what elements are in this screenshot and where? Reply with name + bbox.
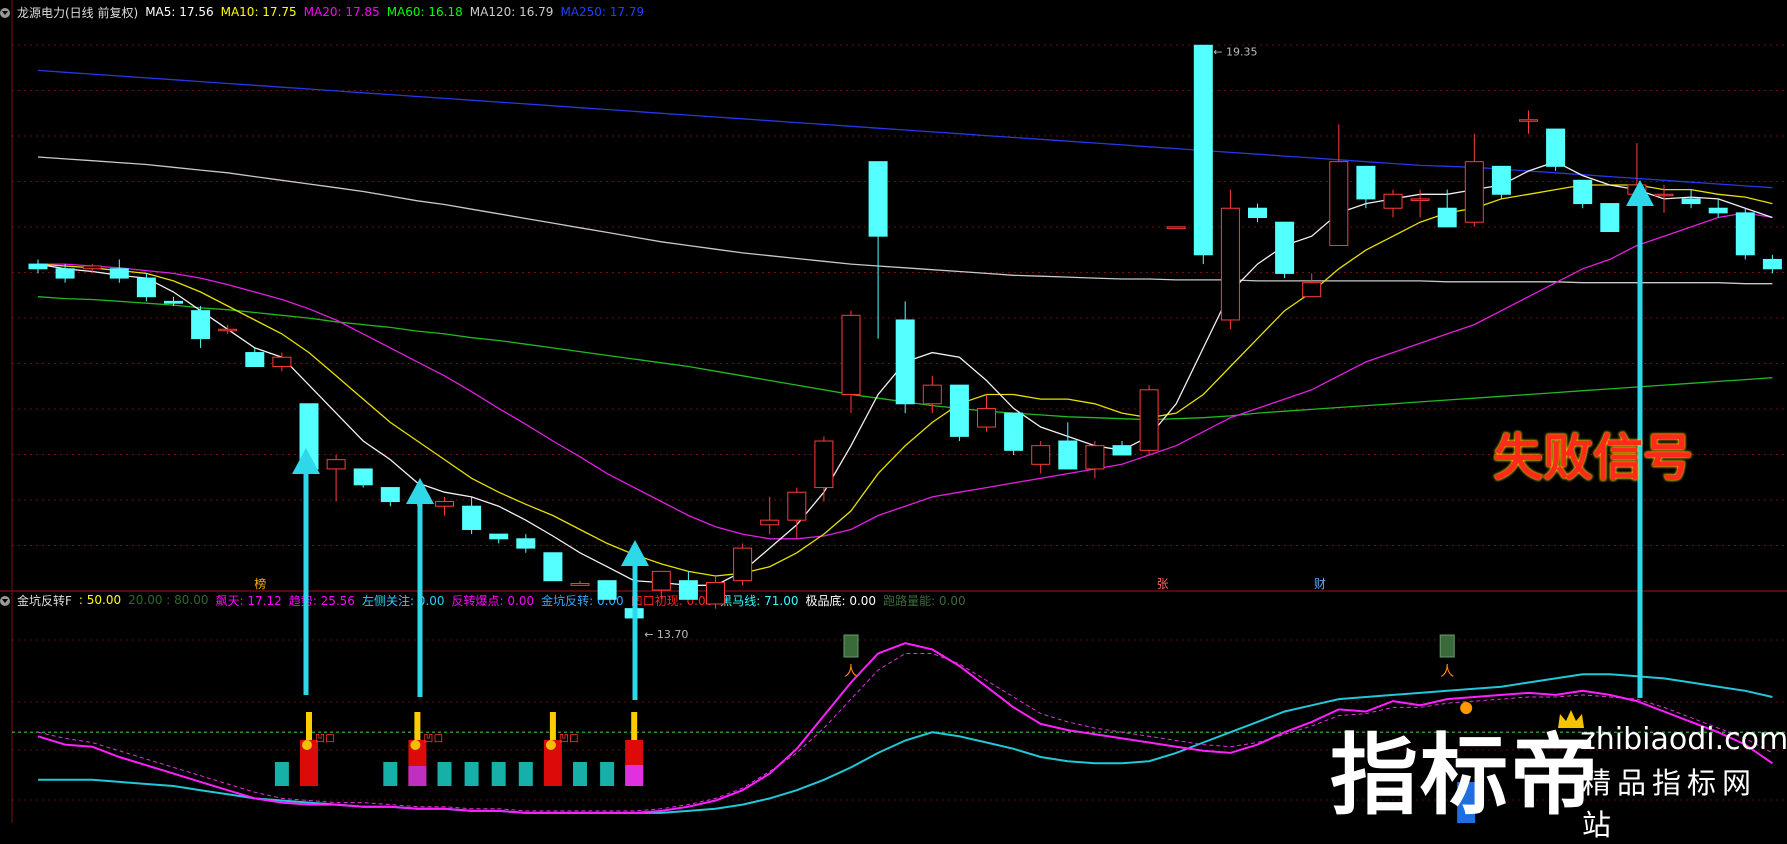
candle-body: [245, 352, 265, 368]
arrow-head-icon: [406, 478, 434, 504]
candle-body: [1383, 193, 1403, 209]
signal-tag: 凹口: [423, 734, 443, 745]
watermark-url: zhibiaodi.com: [1580, 722, 1787, 757]
signal-bar-cyan: [437, 762, 452, 786]
candle-body: [136, 277, 156, 298]
price-chart[interactable]: ← 19.35 ← 13.70 榜 张 财凹口 凹口 凹口 人 人: [0, 0, 1787, 823]
signal-bar-magenta: [625, 765, 644, 786]
candle-body: [760, 519, 780, 526]
candle-body: [922, 384, 942, 405]
candle-body: [868, 161, 888, 237]
candle-body: [1519, 119, 1538, 122]
candle-body: [191, 310, 211, 340]
candle-body: [380, 487, 400, 503]
marker-m1: 榜: [254, 576, 266, 591]
candle-body: [949, 384, 969, 437]
candle-body: [1600, 203, 1620, 233]
candle-body: [1004, 412, 1024, 451]
candle-body: [977, 407, 996, 428]
candle-body: [1762, 258, 1782, 270]
arrow-head-icon: [621, 540, 649, 566]
candle-body: [1085, 445, 1105, 470]
candle-body: [1735, 212, 1755, 256]
candle-body: [570, 582, 590, 586]
candle-body: [326, 459, 346, 470]
high-price-label: ← 19.35: [1213, 45, 1257, 58]
candle-body: [1031, 445, 1051, 465]
candle-body: [543, 552, 563, 582]
candle-body: [516, 538, 536, 549]
candle-body: [787, 491, 807, 521]
low-price-label: ← 13.70: [644, 628, 688, 641]
signal-candle-gold: [549, 712, 556, 740]
signal-tag: 凹口: [315, 734, 335, 745]
signal-candle-gold: [306, 712, 312, 740]
signal-bar-cyan: [274, 762, 289, 786]
candle-body: [82, 265, 102, 270]
marker-m2: 张: [1157, 577, 1169, 591]
signal-bar-cyan: [491, 762, 506, 786]
candle-body: [1708, 207, 1728, 214]
signal-bar-cyan: [573, 762, 587, 786]
candle-body: [651, 570, 671, 591]
candle-body: [218, 328, 238, 332]
candle-body: [1058, 440, 1078, 470]
candle-body: [597, 580, 617, 600]
candle-body: [1410, 198, 1430, 201]
candle-body: [678, 580, 698, 600]
candle-body: [1491, 165, 1511, 195]
candle-body: [1654, 193, 1674, 197]
signal-bar-cyan: [518, 762, 533, 786]
candle-body: [1437, 207, 1457, 228]
signal-bar-magenta: [408, 766, 427, 786]
candle-body: [1220, 207, 1240, 321]
money-bag-icon: [302, 740, 312, 750]
runner-icon: 人: [844, 664, 858, 680]
money-bag-icon: [410, 740, 421, 750]
candle-body: [272, 356, 292, 368]
ma120-line: [37, 156, 1773, 285]
watermark-brand: 指标帝: [1330, 724, 1601, 827]
money-bag-icon: [545, 740, 556, 750]
signal-bar-cyan: [600, 762, 615, 786]
failure-signal-annotation: 失败信号: [1493, 429, 1693, 487]
candle-body: [109, 268, 129, 279]
candle-body: [28, 263, 48, 270]
candle-body: [895, 319, 915, 405]
watermark-slogan: 精品指标网站: [1582, 766, 1758, 842]
candle-body: [164, 300, 183, 304]
candle-body: [1275, 221, 1295, 274]
candle-body: [489, 533, 509, 540]
candle-body: [1356, 165, 1376, 200]
signal-bar-cyan: [464, 762, 479, 786]
candle-body: [1139, 389, 1159, 451]
candle-body: [1546, 128, 1566, 167]
runaway-volume-bar: [1439, 634, 1455, 658]
signal-candle-gold: [631, 712, 638, 740]
candle-body: [1681, 198, 1701, 205]
candle-body: [1112, 445, 1132, 456]
candle-body: [1329, 161, 1349, 246]
candle-body: [435, 501, 454, 507]
candle-body: [1302, 282, 1322, 298]
signal-bar-cyan: [383, 762, 398, 786]
candle-body: [706, 582, 725, 605]
candle-body: [814, 440, 834, 489]
candle-body: [1573, 179, 1593, 205]
runaway-volume-bar: [843, 634, 859, 658]
candle-body: [1248, 207, 1267, 219]
candle-body: [55, 268, 75, 279]
runner-icon: 人: [1440, 664, 1454, 680]
candle-body: [353, 468, 373, 486]
signal-candle-gold: [414, 712, 421, 740]
candle-body: [462, 505, 482, 530]
ma250-line: [37, 69, 1773, 189]
candle-body: [1464, 161, 1484, 223]
candle-body: [841, 314, 861, 395]
candle-body: [1193, 44, 1213, 256]
marker-m3: 财: [1314, 577, 1326, 591]
candle-body: [733, 547, 753, 582]
candle-body: [1166, 226, 1186, 229]
signal-tag: 凹口: [559, 734, 579, 745]
